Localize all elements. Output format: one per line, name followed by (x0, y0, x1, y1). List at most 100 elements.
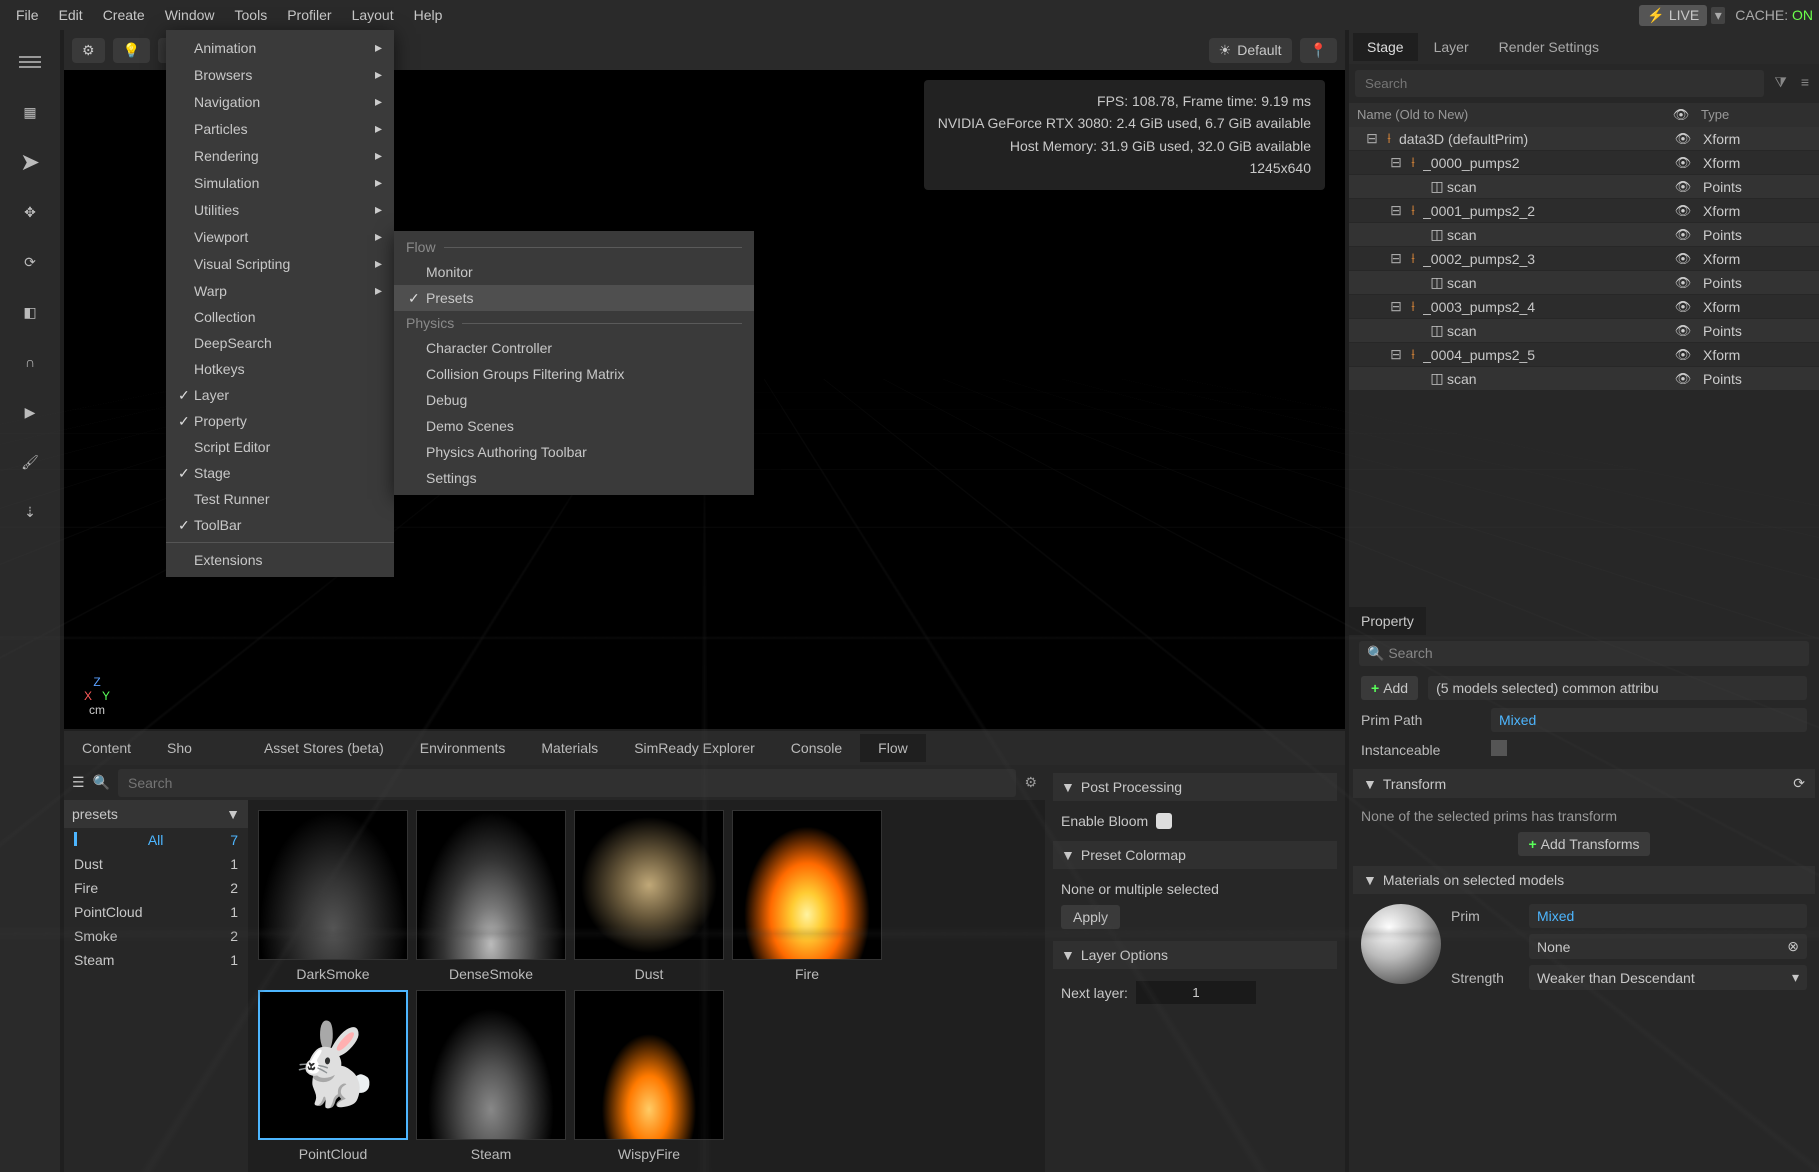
submenu-item-presets[interactable]: ✓Presets (394, 285, 754, 311)
expand-toggle[interactable]: ⊟ (1389, 202, 1403, 219)
stage-row[interactable]: ⊟⟊_0002_pumps2_3Xform (1349, 247, 1819, 270)
stage-row[interactable]: ◫scanPoints (1349, 367, 1819, 390)
stage-row[interactable]: ◫scanPoints (1349, 223, 1819, 246)
visibility-toggle[interactable] (1663, 226, 1703, 243)
material-none-select[interactable]: None⊗ (1529, 934, 1807, 959)
stage-row[interactable]: ◫scanPoints (1349, 175, 1819, 198)
window-menu-item-browsers[interactable]: Browsers▸ (166, 61, 394, 88)
menu-window[interactable]: Window (155, 3, 225, 27)
location-pin-icon[interactable]: 📍 (1300, 38, 1337, 63)
menu-help[interactable]: Help (404, 3, 453, 27)
window-menu-item-script-editor[interactable]: Script Editor (166, 434, 394, 460)
visibility-toggle[interactable] (1663, 298, 1703, 315)
menu-edit[interactable]: Edit (49, 3, 93, 27)
shading-dropdown[interactable]: ☀ Default (1209, 38, 1292, 63)
expand-toggle[interactable]: ⊟ (1389, 250, 1403, 267)
prim-path-field[interactable]: Mixed (1491, 708, 1807, 732)
add-transforms-button[interactable]: +Add Transforms (1518, 832, 1649, 856)
stage-row[interactable]: ◫scanPoints (1349, 271, 1819, 294)
expand-toggle[interactable]: ⊟ (1389, 298, 1403, 315)
stage-row[interactable]: ⊟⟊_0000_pumps2Xform (1349, 151, 1819, 174)
stage-search-input[interactable] (1355, 70, 1764, 97)
hamburger-icon[interactable]: ≡ (1797, 70, 1813, 97)
transform-section-header[interactable]: ▼ Transform⟳ (1353, 769, 1815, 798)
window-menu-item-rendering[interactable]: Rendering▸ (166, 142, 394, 169)
stage-tab-stage[interactable]: Stage (1353, 33, 1418, 61)
move-tool-icon[interactable]: ✥ (10, 192, 50, 232)
visibility-toggle[interactable] (1663, 346, 1703, 363)
submenu-item-settings[interactable]: Settings (394, 465, 754, 491)
property-search-input[interactable]: 🔍 Search (1359, 641, 1809, 666)
reset-icon[interactable]: ⟳ (1793, 775, 1805, 792)
cache-state[interactable]: ON (1792, 7, 1813, 23)
submenu-item-physics-authoring-toolbar[interactable]: Physics Authoring Toolbar (394, 439, 754, 465)
window-menu-item-deepsearch[interactable]: DeepSearch (166, 330, 394, 356)
visibility-toggle[interactable] (1663, 274, 1703, 291)
window-menu-item-particles[interactable]: Particles▸ (166, 115, 394, 142)
submenu-item-monitor[interactable]: Monitor (394, 259, 754, 285)
selection-mode-icon[interactable]: ▦ (10, 92, 50, 132)
window-menu-item-test-runner[interactable]: Test Runner (166, 486, 394, 512)
window-menu-item-stage[interactable]: ✓Stage (166, 460, 394, 486)
window-menu-item-toolbar[interactable]: ✓ToolBar (166, 512, 394, 538)
window-menu-item-viewport[interactable]: Viewport▸ (166, 223, 394, 250)
stage-row[interactable]: ⊟⟊data3D (defaultPrim)Xform (1349, 127, 1819, 150)
funnel-icon[interactable]: ⧩ (1770, 70, 1791, 97)
visibility-toggle[interactable] (1663, 178, 1703, 195)
add-button[interactable]: +Add (1361, 676, 1418, 700)
menu-icon[interactable] (10, 42, 50, 82)
visibility-toggle[interactable] (1663, 130, 1703, 147)
window-menu-item-extensions[interactable]: Extensions (166, 547, 394, 573)
select-tool-icon[interactable]: ➤ (10, 142, 50, 182)
stage-row[interactable]: ⊟⟊_0004_pumps2_5Xform (1349, 343, 1819, 366)
submenu-item-collision-groups-filtering-matrix[interactable]: Collision Groups Filtering Matrix (394, 361, 754, 387)
rotate-tool-icon[interactable]: ⟳ (10, 242, 50, 282)
light-icon[interactable]: 💡 (113, 38, 150, 63)
expand-toggle[interactable]: ⊟ (1365, 130, 1379, 147)
window-menu-item-warp[interactable]: Warp▸ (166, 277, 394, 304)
window-menu-item-property[interactable]: ✓Property (166, 408, 394, 434)
visibility-toggle[interactable] (1663, 202, 1703, 219)
menu-create[interactable]: Create (93, 3, 155, 27)
submenu-item-character-controller[interactable]: Character Controller (394, 335, 754, 361)
stage-tab-render-settings[interactable]: Render Settings (1485, 33, 1613, 61)
expand-toggle[interactable]: ⊟ (1389, 346, 1403, 363)
submenu-item-demo-scenes[interactable]: Demo Scenes (394, 413, 754, 439)
instanceable-checkbox[interactable] (1491, 740, 1507, 756)
scale-tool-icon[interactable]: ◧ (10, 292, 50, 332)
stage-row[interactable]: ◫scanPoints (1349, 319, 1819, 342)
menu-profiler[interactable]: Profiler (277, 3, 341, 27)
window-menu-item-navigation[interactable]: Navigation▸ (166, 88, 394, 115)
visibility-toggle[interactable] (1663, 154, 1703, 171)
stage-tab-layer[interactable]: Layer (1420, 33, 1483, 61)
property-tab[interactable]: Property (1349, 607, 1426, 635)
stage-col-name[interactable]: Name (Old to New) (1357, 107, 1661, 123)
menu-layout[interactable]: Layout (342, 3, 404, 27)
window-menu-item-simulation[interactable]: Simulation▸ (166, 169, 394, 196)
stage-row[interactable]: ⊟⟊_0003_pumps2_4Xform (1349, 295, 1819, 318)
visibility-toggle[interactable] (1663, 322, 1703, 339)
menu-file[interactable]: File (6, 3, 49, 27)
close-icon[interactable]: ⊗ (1787, 938, 1799, 955)
live-indicator[interactable]: ⚡ LIVE (1639, 5, 1707, 26)
live-dropdown[interactable]: ▾ (1711, 7, 1725, 24)
stage-col-type[interactable]: Type (1701, 107, 1811, 123)
snap-tool-icon[interactable]: ∩ (10, 342, 50, 382)
menu-tools[interactable]: Tools (225, 3, 278, 27)
material-prim-field[interactable]: Mixed (1529, 904, 1807, 928)
expand-toggle[interactable]: ⊟ (1389, 154, 1403, 171)
window-menu-item-visual-scripting[interactable]: Visual Scripting▸ (166, 250, 394, 277)
visibility-column-icon[interactable] (1661, 107, 1701, 123)
visibility-toggle[interactable] (1663, 250, 1703, 267)
stage-row[interactable]: ⊟⟊_0001_pumps2_2Xform (1349, 199, 1819, 222)
settings-icon[interactable]: ⚙ (72, 38, 105, 63)
visibility-toggle[interactable] (1663, 370, 1703, 387)
window-menu-item-animation[interactable]: Animation▸ (166, 34, 394, 61)
window-menu-item-hotkeys[interactable]: Hotkeys (166, 356, 394, 382)
window-menu-item-collection[interactable]: Collection (166, 304, 394, 330)
prim-name: scan (1447, 275, 1663, 291)
window-menu-item-layer[interactable]: ✓Layer (166, 382, 394, 408)
submenu-group-flow: Flow (394, 235, 754, 259)
submenu-item-debug[interactable]: Debug (394, 387, 754, 413)
window-menu-item-utilities[interactable]: Utilities▸ (166, 196, 394, 223)
